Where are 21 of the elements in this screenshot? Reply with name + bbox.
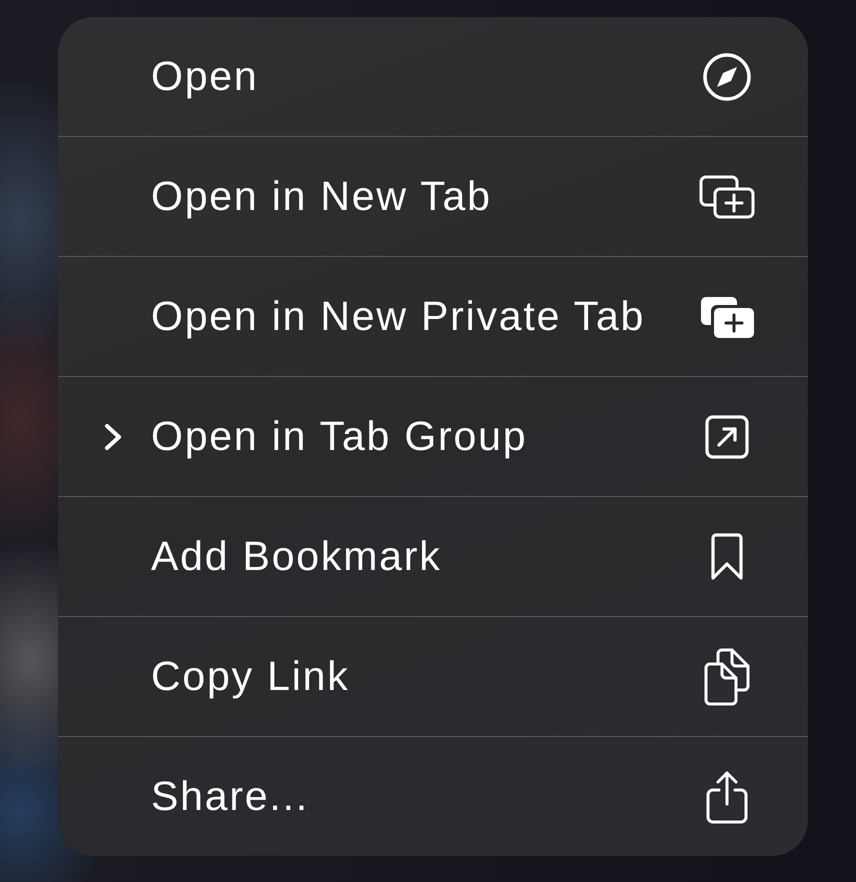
menu-item-label: Add Bookmark (151, 533, 443, 580)
menu-item[interactable]: Copy Link (58, 617, 808, 737)
menu-item[interactable]: Open (58, 17, 808, 137)
menu-item[interactable]: Open in New Tab (58, 137, 808, 257)
menu-item-label: Open in New Tab (151, 173, 493, 220)
menu-item-label: Share... (151, 773, 310, 820)
documents-icon (704, 648, 750, 706)
menu-item[interactable]: Open in Tab Group (58, 377, 808, 497)
menu-item-label: Open in New Private Tab (151, 293, 646, 340)
menu-item-label: Open (151, 53, 260, 100)
menu-item[interactable]: Share... (58, 737, 808, 856)
compass-icon (703, 52, 751, 100)
private-tab-icon (699, 294, 755, 338)
share-icon (706, 770, 748, 824)
menu-item-label: Copy Link (151, 653, 351, 700)
new-tab-icon (699, 174, 755, 218)
menu-item[interactable]: Add Bookmark (58, 497, 808, 617)
menu-item-label: Open in Tab Group (151, 413, 528, 460)
arrow-in-square-icon (705, 414, 749, 458)
menu-item[interactable]: Open in New Private Tab (58, 257, 808, 377)
bookmark-icon (711, 532, 743, 580)
